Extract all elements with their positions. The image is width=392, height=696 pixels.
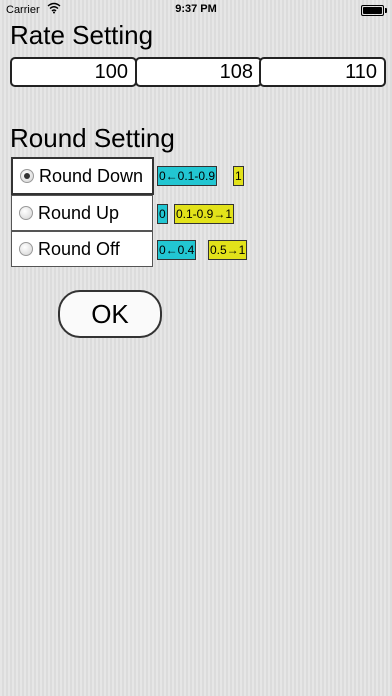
ok-button[interactable]: OK [58, 290, 162, 338]
rate-field-3[interactable]: 110 [259, 57, 386, 87]
round-off-lower-tag: 0←0.4 [157, 240, 197, 260]
round-up-lower-tag: 0 [157, 204, 168, 224]
round-down-lower-tag: 0←0.1-0.9 [157, 166, 218, 186]
round-off-upper-tag: 0.5→1 [208, 240, 248, 260]
option-label: Round Off [38, 239, 120, 259]
rate-field-1[interactable]: 100 [10, 57, 137, 87]
rate-setting-title: Rate Setting [10, 20, 154, 50]
option-round-up[interactable]: Round Up [11, 195, 153, 231]
option-label: Round Up [38, 203, 120, 223]
battery-icon [361, 5, 387, 16]
radio-unselected-icon [19, 206, 33, 220]
round-up-upper-tag: 0.1-0.9→1 [174, 204, 235, 224]
rate-field-2[interactable]: 108 [135, 57, 262, 87]
status-time: 9:37 PM [175, 3, 217, 15]
round-down-upper-tag: 1 [233, 166, 244, 186]
radio-unselected-icon [19, 242, 33, 256]
option-round-down[interactable]: Round Down [11, 157, 154, 195]
option-label: Round Down [39, 166, 144, 186]
round-setting-title: Round Setting [10, 123, 175, 153]
status-bar: Carrier 9:37 PM [0, 0, 392, 20]
radio-selected-icon [20, 169, 34, 183]
option-round-off[interactable]: Round Off [11, 231, 153, 267]
